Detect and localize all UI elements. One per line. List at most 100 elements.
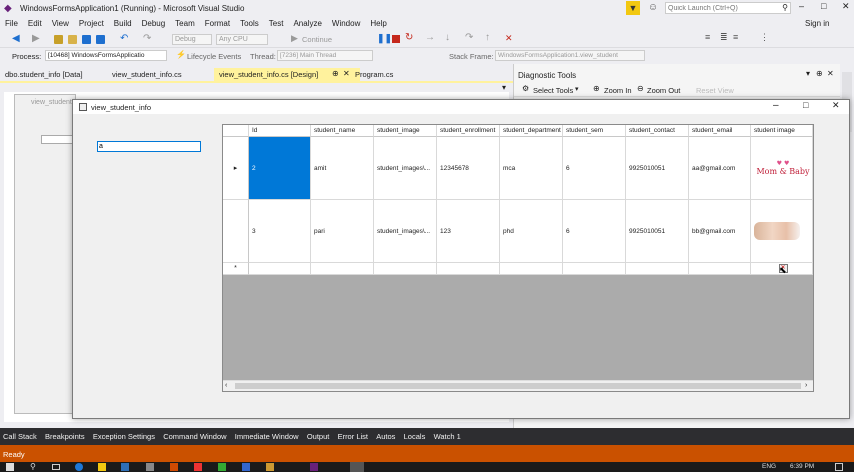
back-icon[interactable]: ◀ <box>12 33 20 44</box>
cell-student-enrollment[interactable]: 12345678 <box>437 137 500 200</box>
process-dropdown[interactable]: [10468] WindowsFormsApplicatio <box>45 50 167 61</box>
new-row-cell[interactable] <box>249 263 311 275</box>
cell-student-email[interactable]: aa@gmail.com <box>689 137 751 200</box>
scroll-left-arrow-icon[interactable]: ‹ <box>225 382 227 389</box>
align-left-icon[interactable]: ≡ <box>705 32 710 42</box>
cell-student-sem[interactable]: 6 <box>563 137 626 200</box>
tab-immediate-window[interactable]: Immediate Window <box>232 428 302 445</box>
new-row-cell[interactable] <box>437 263 500 275</box>
form-maximize-button[interactable]: □ <box>803 100 808 110</box>
zoom-in-button[interactable]: Zoom In <box>604 86 632 95</box>
menu-edit[interactable]: Edit <box>23 17 47 31</box>
tab-overflow-icon[interactable]: ▾ <box>502 83 506 92</box>
column-header-student-name[interactable]: student_name <box>311 125 374 137</box>
quick-launch-box[interactable]: ⚲ <box>665 2 791 14</box>
tab-watch-1[interactable]: Watch 1 <box>431 428 464 445</box>
tab-call-stack[interactable]: Call Stack <box>0 428 40 445</box>
maximize-vs-button[interactable]: □ <box>821 1 826 11</box>
taskbar-app-icon[interactable] <box>218 463 226 471</box>
diagnostic-pin-icon[interactable]: ⊕ <box>816 69 823 78</box>
cell-id[interactable]: 2 <box>249 137 311 200</box>
open-file-icon[interactable] <box>68 35 77 44</box>
menu-build[interactable]: Build <box>109 17 137 31</box>
menu-analyze[interactable]: Analyze <box>288 17 326 31</box>
diagnostic-dropdown-icon[interactable]: ▾ <box>806 69 810 78</box>
column-header-student-contact[interactable]: student_contact <box>626 125 689 137</box>
filter-icon[interactable]: ▼ <box>626 1 640 15</box>
column-header-student-department[interactable]: student_department <box>500 125 563 137</box>
column-header-student-sem[interactable]: student_sem <box>563 125 626 137</box>
row-header-current[interactable]: ▸ <box>223 137 249 200</box>
tab-autos[interactable]: Autos <box>373 428 398 445</box>
task-view-icon[interactable] <box>52 464 60 470</box>
cell-student-image-thumbnail[interactable] <box>751 200 813 263</box>
menu-team[interactable]: Team <box>170 17 200 31</box>
feedback-icon[interactable]: ☺ <box>646 1 660 15</box>
menu-tools[interactable]: Tools <box>235 17 264 31</box>
menu-format[interactable]: Format <box>200 17 235 31</box>
menu-help[interactable]: Help <box>365 17 391 31</box>
step-into-icon[interactable]: ↓ <box>445 32 450 43</box>
align-right-icon[interactable]: ≡ <box>733 32 738 42</box>
stack-frame-dropdown[interactable]: WindowsFormsApplication1.view_student <box>495 50 645 61</box>
tab-command-window[interactable]: Command Window <box>160 428 229 445</box>
tab-program-cs[interactable]: Program.cs <box>350 68 398 81</box>
step-out-icon[interactable]: ↑ <box>485 32 490 43</box>
forward-icon[interactable]: ▶ <box>32 33 40 44</box>
cell-student-name[interactable]: pari <box>311 200 374 263</box>
select-tools-button[interactable]: Select Tools <box>533 86 573 95</box>
tab-breakpoints[interactable]: Breakpoints <box>42 428 88 445</box>
close-vs-button[interactable]: ✕ <box>842 1 850 12</box>
column-header-student-image[interactable]: student_image <box>374 125 437 137</box>
cell-student-department[interactable]: phd <box>500 200 563 263</box>
column-header-student-email[interactable]: student_email <box>689 125 751 137</box>
column-header-student-enrollment[interactable]: student_enrollment <box>437 125 500 137</box>
store-icon[interactable] <box>121 463 129 471</box>
menu-file[interactable]: File <box>0 17 23 31</box>
cell-student-image-path[interactable]: student_images\... <box>374 200 437 263</box>
cell-student-contact[interactable]: 9925010051 <box>626 137 689 200</box>
cell-student-enrollment[interactable]: 123 <box>437 200 500 263</box>
cell-student-sem[interactable]: 6 <box>563 200 626 263</box>
taskbar-app-icon[interactable] <box>194 463 202 471</box>
pause-icon[interactable]: ❚❚ <box>377 33 392 44</box>
tab-error-list[interactable]: Error List <box>335 428 371 445</box>
form-minimize-button[interactable]: ‒ <box>773 100 779 111</box>
column-header-student-image-display[interactable]: student image <box>751 125 813 137</box>
column-header-id[interactable]: Id <box>249 125 311 137</box>
quick-launch-input[interactable] <box>666 3 776 14</box>
scroll-thumb[interactable] <box>235 383 801 389</box>
cell-student-name[interactable]: amit <box>311 137 374 200</box>
continue-play-icon[interactable]: ▶ <box>291 33 298 44</box>
tab-exception-settings[interactable]: Exception Settings <box>90 428 158 445</box>
sign-in-link[interactable]: Sign in <box>800 17 834 31</box>
tab-pin-icon[interactable]: ⊕ <box>332 69 339 78</box>
start-icon[interactable] <box>6 463 14 471</box>
menu-project[interactable]: Project <box>74 17 109 31</box>
notifications-icon[interactable] <box>835 463 843 471</box>
stop-icon[interactable] <box>392 35 400 43</box>
new-project-icon[interactable] <box>54 35 63 44</box>
breakpoint-icon[interactable]: ✕ <box>505 33 513 44</box>
menu-debug[interactable]: Debug <box>137 17 171 31</box>
thread-dropdown[interactable]: [7236] Main Thread <box>277 50 373 61</box>
taskbar-app-icon[interactable] <box>170 463 178 471</box>
show-next-statement-icon[interactable]: → <box>425 32 435 43</box>
visual-studio-taskbar-icon[interactable] <box>310 463 318 471</box>
form-close-button[interactable]: ✕ <box>832 100 840 111</box>
continue-button[interactable]: Continue <box>302 35 332 44</box>
menu-window[interactable]: Window <box>327 17 365 31</box>
save-all-icon[interactable] <box>96 35 105 44</box>
menu-test[interactable]: Test <box>264 17 289 31</box>
row-header[interactable] <box>223 200 249 263</box>
cell-student-image-thumbnail[interactable]: ♥ ♥ Mom & Baby <box>751 137 813 200</box>
row-header-new[interactable]: * <box>223 263 249 275</box>
student-data-grid[interactable]: Id student_name student_image student_en… <box>222 124 814 392</box>
minimize-vs-button[interactable]: ‒ <box>799 1 804 11</box>
zoom-out-button[interactable]: Zoom Out <box>647 86 680 95</box>
redo-icon[interactable]: ↷ <box>143 33 151 44</box>
language-indicator[interactable]: ENG <box>762 462 776 472</box>
tab-locals[interactable]: Locals <box>401 428 429 445</box>
search-textbox[interactable] <box>97 141 201 152</box>
new-row-cell[interactable] <box>626 263 689 275</box>
